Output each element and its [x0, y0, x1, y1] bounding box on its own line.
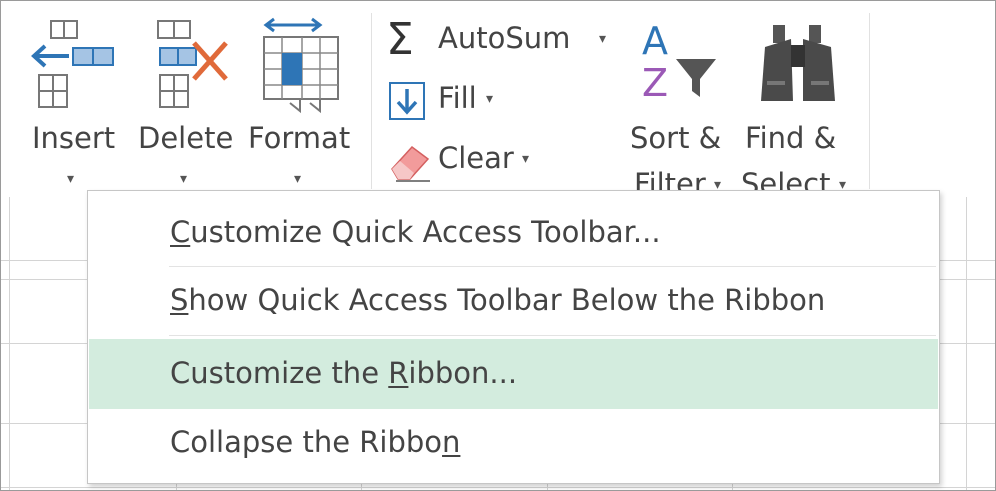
format-button[interactable]: Format ▾ — [246, 11, 361, 191]
clear-label: Clear — [438, 141, 514, 175]
grid-col-line — [966, 197, 967, 490]
menu-item-collapse-ribbon[interactable]: Collapse the Ribbon — [89, 413, 938, 477]
ribbon-context-menu: Customize Quick Access Toolbar... Show Q… — [87, 190, 940, 484]
menu-item-show-qat-below-ribbon[interactable]: Show Quick Access Toolbar Below the Ribb… — [89, 269, 938, 333]
sort-az-z: Z — [642, 61, 669, 105]
menu-item-customize-ribbon[interactable]: Customize the Ribbon... — [89, 339, 938, 409]
autosum-dropdown-arrow[interactable]: ▾ — [599, 31, 606, 47]
autosum-button[interactable]: Σ AutoSum ▾ — [386, 14, 621, 67]
fill-button[interactable]: Fill ▾ — [386, 77, 516, 125]
sort-filter-line1: Sort & — [630, 121, 722, 155]
format-dropdown-arrow[interactable]: ▾ — [294, 171, 301, 187]
format-label: Format — [248, 121, 351, 155]
menu-separator — [169, 335, 936, 336]
grid-row-line — [1, 487, 995, 488]
menu-item-label: Customize Quick Access Toolbar... — [170, 215, 661, 249]
menu-separator — [169, 266, 936, 267]
eraser-icon — [391, 145, 430, 182]
ribbon-group-separator — [371, 13, 372, 189]
menu-item-label: Show Quick Access Toolbar Below the Ribb… — [170, 283, 826, 317]
insert-dropdown-arrow[interactable]: ▾ — [67, 171, 74, 187]
format-cells-icon — [263, 17, 339, 114]
fill-down-icon — [389, 82, 425, 120]
fill-dropdown-arrow[interactable]: ▾ — [486, 91, 493, 107]
excel-window: Insert ▾ Delete ▾ Format ▾ Σ AutoSum ▾ F… — [0, 0, 996, 491]
delete-dropdown-arrow[interactable]: ▾ — [180, 171, 187, 187]
clear-button[interactable]: Clear ▾ — [386, 137, 546, 185]
access-key: C — [170, 215, 191, 249]
delete-label: Delete — [138, 121, 234, 155]
insert-button[interactable]: Insert ▾ — [27, 11, 122, 191]
find-select-line1: Find & — [745, 121, 837, 155]
sort-filter-button[interactable]: A Z Sort & Filter ▾ — [626, 11, 741, 201]
sort-az-a: A — [642, 19, 668, 63]
access-key: n — [442, 425, 461, 459]
autosum-label: AutoSum — [438, 21, 571, 55]
delete-cells-icon — [157, 20, 228, 108]
ribbon-group-separator-right — [869, 13, 870, 189]
grid-col-line — [9, 197, 10, 490]
ribbon: Insert ▾ Delete ▾ Format ▾ Σ AutoSum ▾ F… — [1, 1, 995, 201]
sigma-icon: Σ — [386, 14, 414, 65]
insert-cells-icon — [31, 20, 114, 108]
delete-button[interactable]: Delete ▾ — [138, 11, 248, 191]
insert-label: Insert — [32, 121, 116, 155]
access-key: R — [388, 356, 409, 390]
clear-dropdown-arrow[interactable]: ▾ — [522, 151, 529, 167]
menu-item-label: Collapse the Ribbon — [170, 425, 461, 459]
menu-item-label: Customize the Ribbon... — [170, 356, 518, 390]
fill-label: Fill — [438, 81, 477, 115]
find-select-button[interactable]: Find & Select ▾ — [741, 11, 861, 201]
menu-item-customize-quick-access-toolbar[interactable]: Customize Quick Access Toolbar... — [89, 201, 938, 265]
binoculars-icon — [761, 25, 835, 101]
access-key: S — [170, 283, 189, 317]
